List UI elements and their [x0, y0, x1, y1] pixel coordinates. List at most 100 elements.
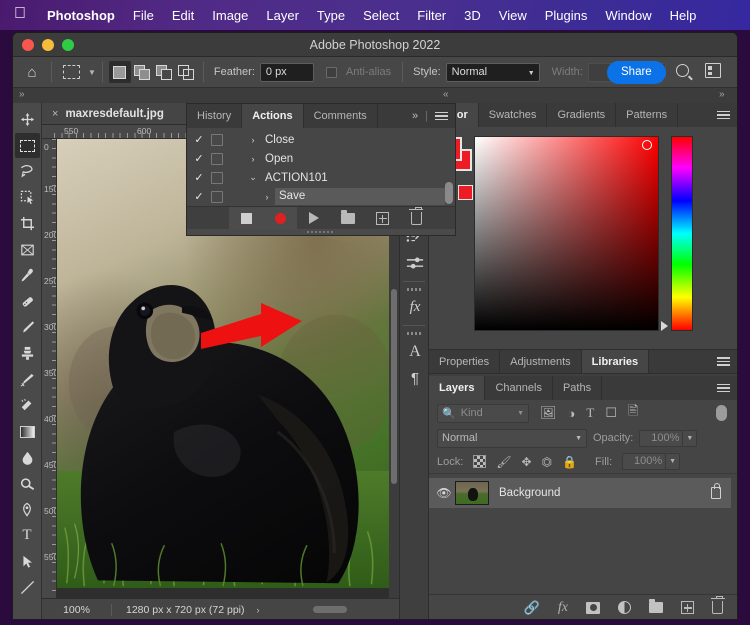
play-selection-button[interactable] [297, 207, 331, 230]
menu-item-file[interactable]: File [124, 8, 163, 23]
action-dialog-toggle[interactable] [211, 153, 223, 165]
search-icon[interactable] [676, 64, 689, 77]
dodge-tool[interactable] [15, 471, 40, 496]
clone-stamp-tool[interactable] [15, 341, 40, 366]
crop-tool[interactable] [15, 211, 40, 236]
share-button[interactable]: Share [607, 61, 666, 84]
eyedropper-tool[interactable] [15, 263, 40, 288]
tab-gradients[interactable]: Gradients [547, 103, 616, 127]
blend-mode-select[interactable]: Normal ▼ [437, 429, 587, 448]
expand-right-dock-icon[interactable]: » [719, 89, 725, 100]
tab-channels[interactable]: Channels [485, 376, 552, 400]
tab-libraries[interactable]: Libraries [582, 350, 649, 373]
chevron-down-icon[interactable]: ▼ [88, 68, 96, 77]
opacity-stepper[interactable]: ▼ [683, 430, 697, 447]
lock-artboard-nesting-icon[interactable]: ⏣ [542, 455, 552, 469]
tab-paths[interactable]: Paths [553, 376, 602, 400]
layer-kind-filter[interactable]: 🔍 Kind ▼ [437, 404, 529, 423]
line-shape-tool[interactable] [15, 575, 40, 600]
feather-input[interactable]: 0 px [260, 63, 314, 82]
frame-tool[interactable] [15, 237, 40, 262]
delete-layer-icon[interactable] [712, 601, 723, 614]
history-brush-tool[interactable] [15, 367, 40, 392]
opacity-input[interactable]: 100% [639, 430, 683, 447]
intersect-with-selection-button[interactable] [175, 61, 197, 83]
menu-item-view[interactable]: View [490, 8, 536, 23]
menu-item-edit[interactable]: Edit [163, 8, 203, 23]
status-chevron-icon[interactable]: › [257, 605, 260, 615]
lock-transparent-pixels-icon[interactable] [473, 455, 486, 468]
action-dialog-toggle[interactable] [211, 172, 223, 184]
pixel-layer-filter-icon[interactable]: 🖼 [540, 405, 557, 421]
action-dialog-toggle[interactable] [211, 134, 223, 146]
menu-item-photoshop[interactable]: Photoshop [38, 8, 124, 23]
zoom-level[interactable]: 100% [42, 604, 112, 616]
filter-toggle[interactable] [716, 405, 727, 421]
canvas-horizontal-scrollbar[interactable] [313, 606, 347, 613]
new-adjustment-layer-icon[interactable] [618, 601, 631, 614]
link-layers-icon[interactable]: 🔗 [524, 600, 540, 616]
action-enabled-check[interactable]: ✓ [187, 171, 211, 184]
overflow-chevron-icon[interactable]: » [412, 110, 418, 122]
object-selection-tool[interactable] [15, 185, 40, 210]
eraser-tool[interactable] [15, 393, 40, 418]
menu-item-image[interactable]: Image [203, 8, 257, 23]
pen-tool[interactable] [15, 497, 40, 522]
type-layer-filter-icon[interactable]: T [586, 405, 594, 421]
actions-row-action101[interactable]: ✓ ⌄ ACTION101 [187, 168, 455, 187]
adjustment-layer-filter-icon[interactable]: ◑ [568, 406, 576, 421]
action-enabled-check[interactable]: ✓ [187, 152, 211, 165]
path-selection-tool[interactable] [15, 549, 40, 574]
create-new-action-button[interactable] [365, 207, 399, 230]
anti-alias-checkbox[interactable] [326, 67, 337, 78]
begin-recording-button[interactable] [263, 207, 297, 230]
color-field-picker[interactable] [474, 136, 659, 331]
lock-image-pixels-icon[interactable]: 🖌 [496, 455, 511, 469]
brush-tool[interactable] [15, 315, 40, 340]
fill-stepper[interactable]: ▼ [666, 453, 680, 470]
expand-left-dock-icon[interactable]: » [19, 89, 25, 100]
twirl-down-icon[interactable]: ⌄ [245, 172, 261, 183]
hue-slider[interactable] [671, 136, 693, 331]
character-icon[interactable]: A [400, 338, 430, 365]
delete-button[interactable] [399, 207, 433, 230]
menu-item-help[interactable]: Help [661, 8, 706, 23]
panel-menu-icon[interactable] [435, 110, 448, 123]
new-selection-button[interactable] [109, 61, 131, 83]
rectangular-marquee-tool[interactable] [15, 133, 40, 158]
tab-comments[interactable]: Comments [304, 104, 378, 128]
home-icon[interactable]: ⌂ [19, 60, 45, 84]
workspace-switcher-icon[interactable] [705, 63, 721, 78]
fill-input[interactable]: 100% [622, 453, 666, 470]
table-row[interactable]: 👁 Background [429, 478, 731, 508]
paragraph-icon[interactable]: ¶ [400, 365, 430, 392]
tab-swatches[interactable]: Swatches [479, 103, 548, 127]
menu-item-plugins[interactable]: Plugins [536, 8, 597, 23]
rectangular-marquee-icon[interactable] [58, 60, 84, 84]
gradient-tool[interactable] [15, 419, 40, 444]
actions-row-close[interactable]: ✓ › Close [187, 130, 455, 149]
create-new-set-button[interactable] [331, 207, 365, 230]
tab-layers[interactable]: Layers [429, 376, 485, 400]
style-select[interactable]: Normal [446, 63, 540, 82]
layer-style-fx-icon[interactable]: fx [558, 600, 568, 616]
lock-icon[interactable] [711, 487, 721, 499]
tab-adjustments[interactable]: Adjustments [500, 350, 582, 373]
tool-presets-icon[interactable] [400, 250, 430, 277]
eye-icon[interactable]: 👁 [433, 486, 455, 500]
tab-patterns[interactable]: Patterns [616, 103, 678, 127]
action-enabled-check[interactable]: ✓ [187, 133, 211, 146]
new-layer-icon[interactable] [681, 601, 694, 614]
twirl-icon[interactable]: › [259, 192, 275, 202]
twirl-icon[interactable]: › [245, 135, 261, 145]
web-safe-color-swatch[interactable] [458, 185, 473, 200]
menu-item-layer[interactable]: Layer [257, 8, 308, 23]
type-tool[interactable]: T [15, 523, 40, 548]
panel-menu-icon[interactable] [717, 382, 730, 395]
styles-fx-icon[interactable]: fx [400, 294, 430, 321]
lasso-tool[interactable] [15, 159, 40, 184]
new-group-icon[interactable] [649, 602, 663, 613]
move-tool[interactable] [15, 107, 40, 132]
actions-row-open[interactable]: ✓ › Open [187, 149, 455, 168]
panel-resize-grip[interactable] [187, 229, 455, 235]
